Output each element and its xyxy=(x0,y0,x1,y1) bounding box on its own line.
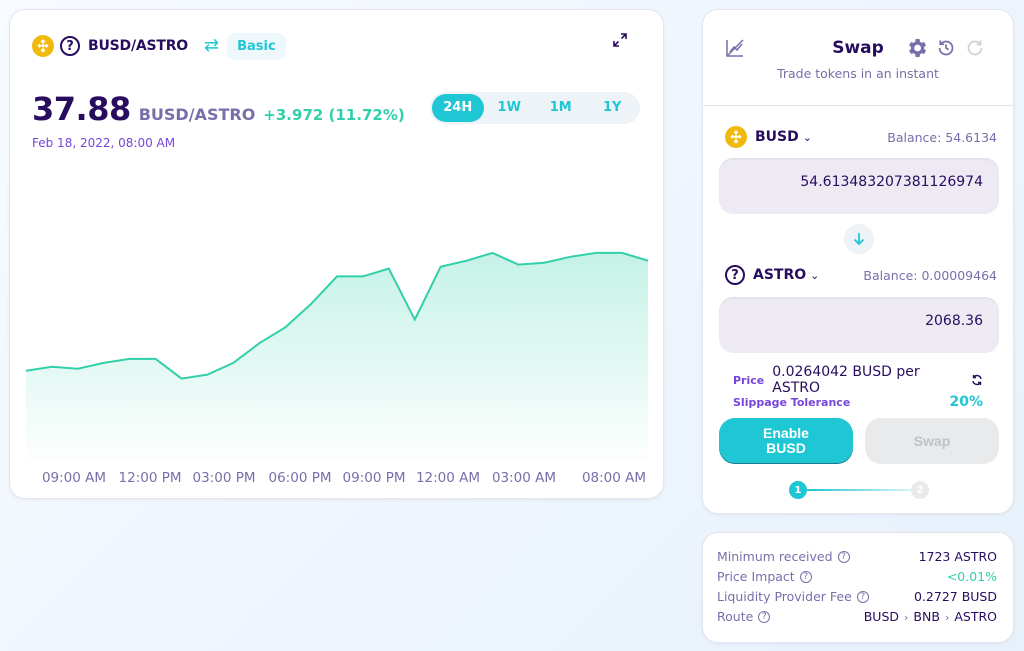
detail-label: Route xyxy=(717,609,754,624)
swap-header: Swap Trade tokens in an instant xyxy=(703,10,1013,106)
price-change: +3.972 (11.72%) xyxy=(263,106,405,124)
swap-header-icons xyxy=(907,38,985,62)
x-tick-label: 09:00 AM xyxy=(42,470,106,486)
price-info: Price 0.0264042 BUSD per ASTRO xyxy=(733,364,983,396)
help-icon[interactable]: ? xyxy=(799,570,812,583)
busd-token-icon xyxy=(32,35,54,57)
price-value: 0.0264042 BUSD per ASTRO xyxy=(772,364,920,396)
x-tick-label: 03:00 PM xyxy=(193,470,256,486)
detail-lp-fee: Liquidity Provider Fee ? 0.2727 BUSD xyxy=(717,589,997,604)
to-balance: Balance: 0.00009464 xyxy=(863,267,997,283)
from-token-select[interactable]: BUSD xyxy=(755,129,799,145)
timeframe-selector: 24H 1W 1M 1Y xyxy=(430,92,640,124)
tab-24h[interactable]: 24H xyxy=(432,94,484,122)
busd-token-icon xyxy=(725,126,747,148)
detail-price-impact: Price Impact ? <0.01% xyxy=(717,569,997,584)
price-row: 37.88 BUSD/ASTRO +3.972 (11.72%) xyxy=(32,90,405,128)
detail-label: Minimum received xyxy=(717,549,833,564)
help-icon[interactable]: ? xyxy=(856,590,869,603)
route-token: ASTRO xyxy=(954,609,997,624)
pair-label: BUSD/ASTRO xyxy=(88,38,189,54)
to-token-select[interactable]: ASTRO xyxy=(753,267,806,283)
route-chevron-icon: › xyxy=(944,611,950,624)
x-tick-label: 03:00 AM xyxy=(492,470,556,486)
x-tick-label: 09:00 PM xyxy=(343,470,406,486)
unknown-token-icon: ? xyxy=(60,36,80,56)
refresh-icon[interactable] xyxy=(965,38,985,62)
to-amount-input[interactable]: 2068.36 xyxy=(719,297,999,353)
slippage-value[interactable]: 20% xyxy=(949,394,983,410)
switch-tokens-button[interactable] xyxy=(844,224,874,254)
help-icon[interactable]: ? xyxy=(837,550,850,563)
route-path: BUSD › BNB › ASTRO xyxy=(864,609,997,624)
enable-busd-label: Enable BUSD xyxy=(763,425,809,456)
approval-steps: 1 2 xyxy=(789,481,929,499)
detail-value: 1723 ASTRO xyxy=(918,549,997,564)
price-date: Feb 18, 2022, 08:00 AM xyxy=(32,136,176,150)
chevron-down-icon[interactable]: ⌄ xyxy=(810,269,819,282)
step-connector xyxy=(807,489,911,491)
help-icon[interactable]: ? xyxy=(758,610,771,623)
x-tick-label: 06:00 PM xyxy=(269,470,332,486)
detail-route: Route ? BUSD › BNB › ASTRO xyxy=(717,609,997,624)
switch-pair-icon[interactable]: ⇄ xyxy=(204,37,219,55)
tab-1w[interactable]: 1W xyxy=(484,94,536,122)
from-balance: Balance: 54.6134 xyxy=(887,129,997,145)
enable-busd-button[interactable]: Enable BUSD xyxy=(719,418,853,464)
expand-icon[interactable] xyxy=(613,32,627,51)
trade-details-card: Minimum received ? 1723 ASTRO Price Impa… xyxy=(702,532,1014,643)
step-2: 2 xyxy=(911,481,929,499)
to-token-row: ? ASTRO ⌄ Balance: 0.00009464 xyxy=(725,265,997,285)
swap-card: Swap Trade tokens in an instant BUSD ⌄ B… xyxy=(702,9,1014,514)
swap-subtitle: Trade tokens in an instant xyxy=(777,66,939,81)
x-tick-label: 12:00 AM xyxy=(416,470,480,486)
unknown-token-icon: ? xyxy=(725,265,745,285)
price-area-chart[interactable]: 09:00 AM 12:00 PM 03:00 PM 06:00 PM 09:00 PM… xyxy=(10,150,665,495)
price-pair: BUSD/ASTRO xyxy=(138,105,256,124)
basic-mode-button[interactable]: Basic xyxy=(227,32,286,60)
detail-value: <0.01% xyxy=(946,569,997,584)
history-icon[interactable] xyxy=(936,38,956,62)
current-price: 37.88 xyxy=(32,90,131,128)
chevron-down-icon[interactable]: ⌄ xyxy=(803,131,812,144)
x-tick-label: 08:00 AM xyxy=(582,470,646,486)
chart-header: ? BUSD/ASTRO ⇄ Basic xyxy=(32,30,286,62)
price-chart-card: ? BUSD/ASTRO ⇄ Basic 37.88 BUSD/ASTRO +3… xyxy=(9,9,664,499)
tab-1y[interactable]: 1Y xyxy=(587,94,639,122)
route-chevron-icon: › xyxy=(904,611,909,624)
detail-minimum-received: Minimum received ? 1723 ASTRO xyxy=(717,549,997,564)
step-1: 1 xyxy=(789,481,807,499)
slippage-label: Slippage Tolerance xyxy=(733,395,851,409)
settings-icon[interactable] xyxy=(907,38,927,62)
x-tick-label: 12:00 PM xyxy=(119,470,182,486)
detail-label: Liquidity Provider Fee xyxy=(717,589,852,604)
route-token: BUSD xyxy=(863,609,900,624)
from-token-row: BUSD ⌄ Balance: 54.6134 xyxy=(725,126,997,148)
slippage-info: Slippage Tolerance 20% xyxy=(733,394,983,410)
price-label: Price xyxy=(733,373,765,387)
tab-1m[interactable]: 1M xyxy=(535,94,587,122)
invert-price-icon[interactable] xyxy=(971,371,983,390)
swap-button[interactable]: Swap xyxy=(865,418,999,464)
from-amount-input[interactable]: 54.613483207381126974 xyxy=(719,158,999,214)
detail-value: 0.2727 BUSD xyxy=(914,589,997,604)
detail-label: Price Impact xyxy=(717,569,795,584)
route-token: BNB xyxy=(913,609,940,624)
